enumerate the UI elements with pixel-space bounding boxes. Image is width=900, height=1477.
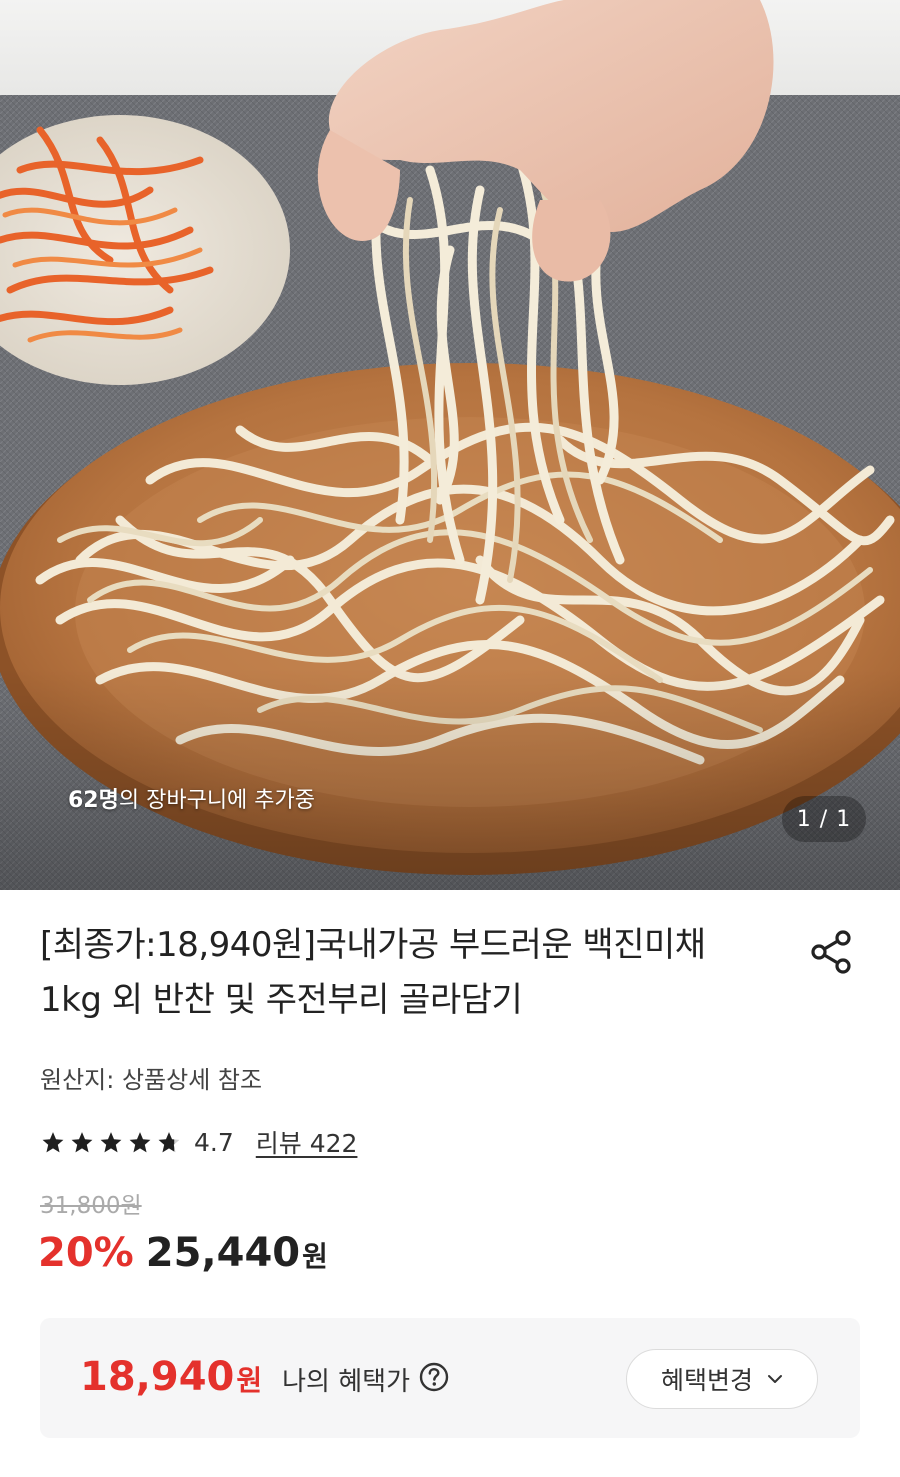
product-image[interactable]: 62명의 장바구니에 추가중 1 / 1: [0, 0, 900, 890]
price-row: 20% 25,440 원: [38, 1230, 328, 1276]
cart-count: 62명: [68, 788, 119, 813]
original-price: 31,800원: [40, 1193, 142, 1219]
cart-text: 의 장바구니에 추가중: [118, 788, 316, 813]
star-icon: [71, 1131, 93, 1152]
image-pager: 1 / 1: [782, 796, 866, 842]
change-benefit-button[interactable]: 혜택변경: [626, 1349, 818, 1409]
benefit-box: 18,940 원 나의 혜택가 혜택변경: [40, 1318, 860, 1438]
review-link[interactable]: 리뷰 422: [256, 1124, 358, 1160]
share-icon: [811, 930, 851, 974]
share-button[interactable]: [806, 926, 858, 978]
rating-stars: [40, 1130, 182, 1155]
change-benefit-label: 혜택변경: [660, 1366, 753, 1395]
product-title: [최종가:18,940원]국내가공 부드러운 백진미채 1kg 외 반찬 및 주…: [40, 925, 706, 1020]
star-half-icon: [158, 1131, 180, 1152]
chevron-down-icon: [768, 1375, 782, 1383]
help-button[interactable]: [418, 1361, 450, 1393]
benefit-price-row: 18,940 원 나의 혜택가: [80, 1354, 450, 1400]
star-icon: [129, 1131, 151, 1152]
origin-info: 원산지: 상품상세 참조: [40, 1066, 263, 1094]
benefit-label: 나의 혜택가: [282, 1367, 410, 1397]
sale-price-unit: 원: [302, 1240, 328, 1273]
benefit-price-unit: 원: [236, 1364, 263, 1397]
question-circle-icon: [419, 1362, 449, 1392]
cart-count-caption: 62명의 장바구니에 추가중: [68, 782, 315, 814]
star-icon: [42, 1131, 64, 1152]
sale-price: 25,440: [145, 1230, 301, 1276]
star-icon: [100, 1131, 122, 1152]
rating-row: 4.7 리뷰 422: [40, 1124, 357, 1160]
discount-rate: 20%: [38, 1230, 134, 1276]
rating-value: 4.7: [194, 1127, 234, 1157]
product-photo: [0, 0, 900, 890]
benefit-price: 18,940: [80, 1354, 235, 1400]
